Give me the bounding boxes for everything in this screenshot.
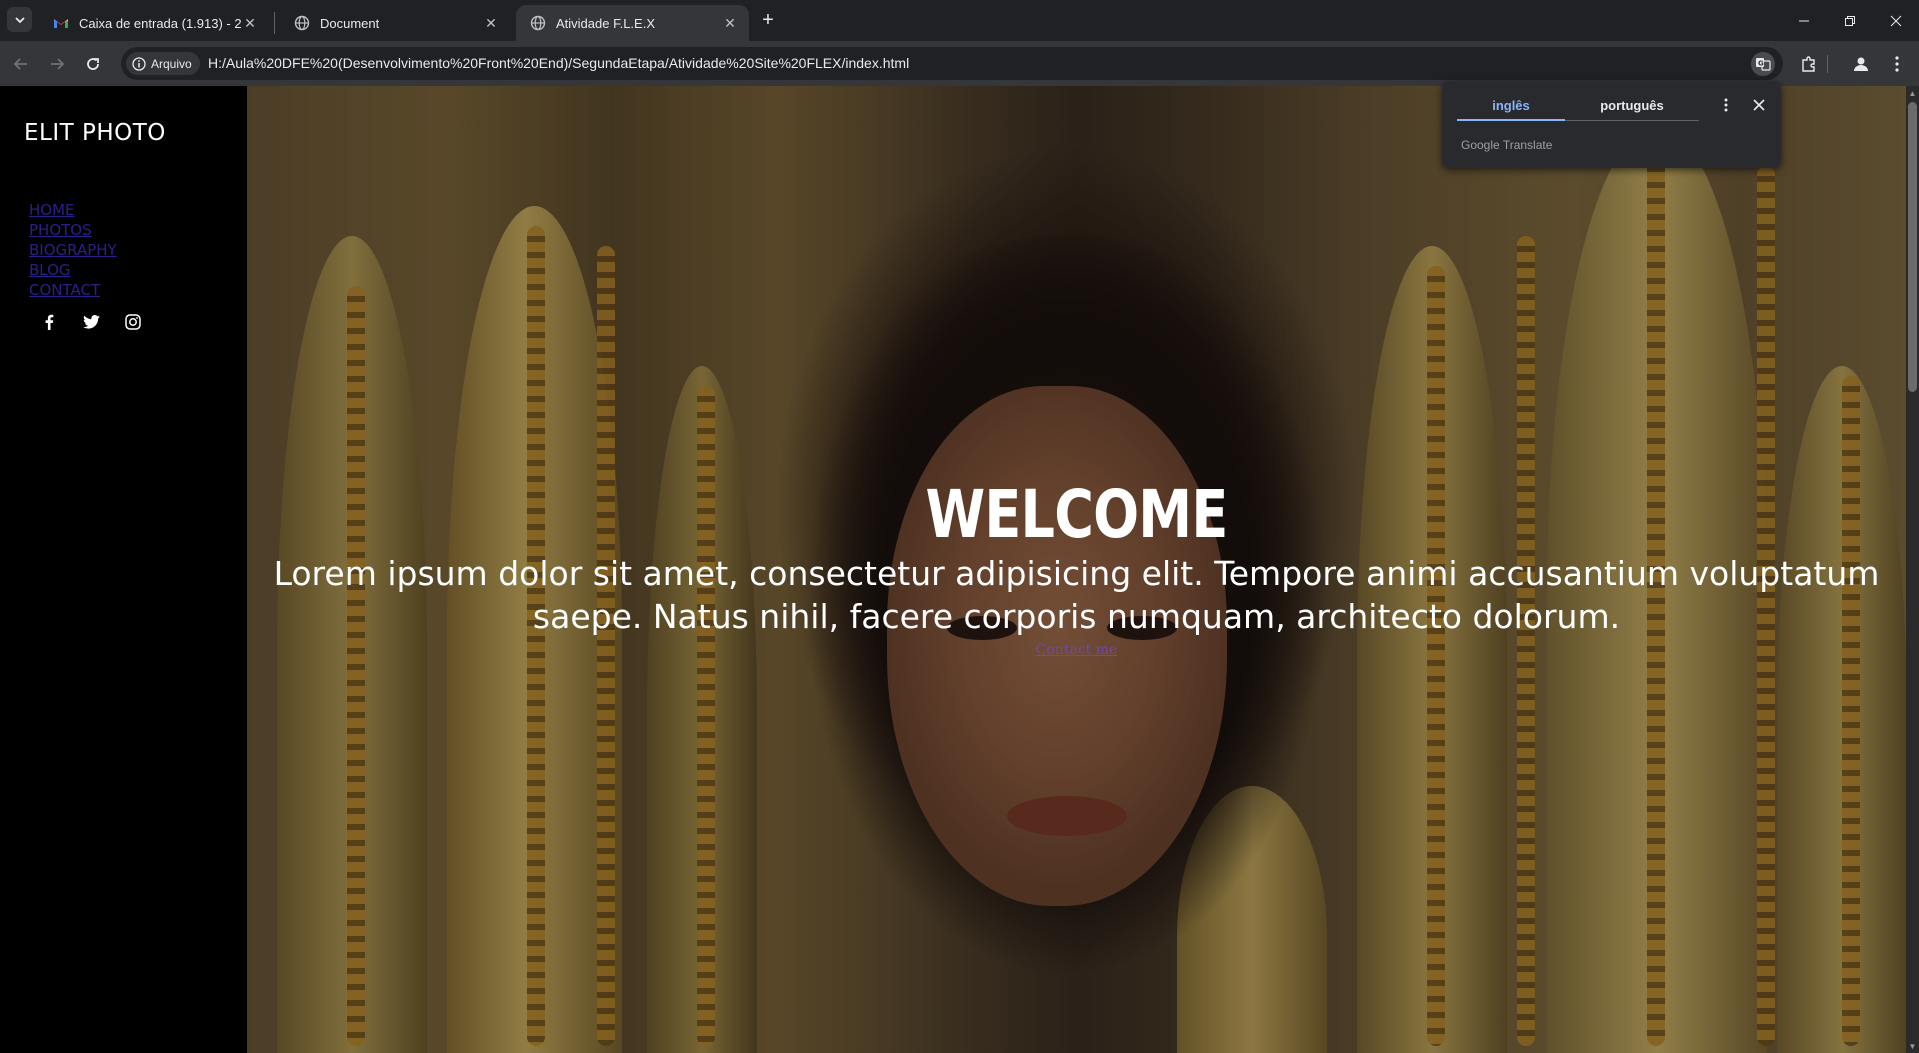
minimize-button[interactable] xyxy=(1781,0,1827,41)
security-chip-label: Arquivo xyxy=(151,56,192,71)
nav-link-contact[interactable]: CONTACT xyxy=(29,280,117,300)
scroll-down-icon[interactable]: ▼ xyxy=(1906,1039,1919,1053)
page-viewport: ELIT PHOTO HOME PHOTOS BIOGRAPHY BLOG CO… xyxy=(0,86,1919,1053)
extensions-button[interactable] xyxy=(1794,49,1824,79)
site-brand: ELIT PHOTO xyxy=(24,120,166,146)
contact-me-link[interactable]: Contact me xyxy=(1036,642,1118,658)
close-tab-icon[interactable]: ✕ xyxy=(721,14,739,32)
globe-icon xyxy=(530,15,546,31)
translate-options-button[interactable] xyxy=(1714,93,1738,117)
tab-gmail[interactable]: Caixa de entrada (1.913) - 2230 ✕ xyxy=(39,5,269,41)
globe-icon xyxy=(294,15,310,31)
page-scrollbar[interactable]: ▲ ▼ xyxy=(1906,86,1919,1053)
reload-icon xyxy=(87,58,99,70)
address-bar[interactable]: Arquivo H:/Aula%20DFE%20(Desenvolvimento… xyxy=(121,47,1783,80)
close-tab-icon[interactable]: ✕ xyxy=(482,14,500,32)
hero-title: WELCOME xyxy=(925,476,1229,553)
nav-link-home[interactable]: HOME xyxy=(29,200,117,220)
back-arrow-icon xyxy=(13,58,27,70)
social-links xyxy=(36,309,146,335)
forward-arrow-icon xyxy=(51,58,65,70)
close-icon xyxy=(1753,99,1765,111)
scrollbar-thumb[interactable] xyxy=(1908,102,1917,392)
tab-strip: Caixa de entrada (1.913) - 2230 ✕ Docume… xyxy=(0,0,1919,41)
site-sidebar: ELIT PHOTO HOME PHOTOS BIOGRAPHY BLOG CO… xyxy=(0,86,247,1053)
hero-content: WELCOME Lorem ipsum dolor sit amet, cons… xyxy=(247,478,1906,659)
nav-link-photos[interactable]: PHOTOS xyxy=(29,220,117,240)
avatar-icon xyxy=(1854,57,1868,71)
reload-button[interactable] xyxy=(78,49,108,79)
nav-link-blog[interactable]: BLOG xyxy=(29,260,117,280)
site-info-chip[interactable]: Arquivo xyxy=(126,52,200,75)
scroll-up-icon[interactable]: ▲ xyxy=(1906,86,1919,100)
info-icon xyxy=(132,56,146,71)
gmail-icon xyxy=(54,19,68,28)
chevron-down-icon xyxy=(14,16,25,23)
new-tab-button[interactable]: + xyxy=(756,8,780,32)
profile-button[interactable] xyxy=(1846,49,1876,79)
forward-button[interactable] xyxy=(42,49,72,79)
tab-atividade-flex[interactable]: Atividade F.L.E.X ✕ xyxy=(516,5,749,41)
restore-icon xyxy=(1845,15,1855,26)
translate-page-button[interactable]: G xyxy=(1751,52,1775,76)
translate-icon: G xyxy=(1756,58,1771,71)
translate-provider-label: Google Translate xyxy=(1461,138,1553,152)
kebab-menu-icon xyxy=(1724,98,1728,112)
browser-menu-button[interactable] xyxy=(1882,49,1912,79)
tab-title: Atividade F.L.E.X xyxy=(556,15,655,31)
back-button[interactable] xyxy=(6,49,36,79)
instagram-icon[interactable] xyxy=(120,309,146,335)
tab-title: Caixa de entrada (1.913) - 2230 xyxy=(79,15,241,31)
browser-toolbar: Arquivo H:/Aula%20DFE%20(Desenvolvimento… xyxy=(0,41,1919,86)
site-nav: HOME PHOTOS BIOGRAPHY BLOG CONTACT xyxy=(29,200,117,300)
kebab-menu-icon xyxy=(1895,56,1899,72)
restore-button[interactable] xyxy=(1827,0,1873,41)
hero-section: WELCOME Lorem ipsum dolor sit amet, cons… xyxy=(247,86,1906,1053)
url-text[interactable]: H:/Aula%20DFE%20(Desenvolvimento%20Front… xyxy=(208,55,909,71)
facebook-icon[interactable] xyxy=(36,309,62,335)
tab-title: Document xyxy=(320,15,380,31)
minimize-icon xyxy=(1799,20,1809,21)
close-icon xyxy=(1890,15,1902,26)
svg-text:G: G xyxy=(1758,60,1764,68)
tab-divider xyxy=(274,12,275,34)
translate-close-button[interactable] xyxy=(1747,93,1771,117)
hero-subtitle: Lorem ipsum dolor sit amet, consectetur … xyxy=(273,554,1880,636)
tab-document[interactable]: Document ✕ xyxy=(280,5,510,41)
close-tab-icon[interactable]: ✕ xyxy=(241,14,259,32)
puzzle-icon xyxy=(1802,56,1815,72)
translate-popup: inglês português Google Translate xyxy=(1442,81,1781,168)
close-window-button[interactable] xyxy=(1873,0,1919,41)
translate-target-tab[interactable]: português xyxy=(1565,91,1699,121)
tab-search-button[interactable] xyxy=(7,7,32,32)
toolbar-divider xyxy=(1827,55,1828,73)
translate-source-tab[interactable]: inglês xyxy=(1457,91,1565,121)
twitter-icon[interactable] xyxy=(78,309,104,335)
nav-link-biography[interactable]: BIOGRAPHY xyxy=(29,240,117,260)
